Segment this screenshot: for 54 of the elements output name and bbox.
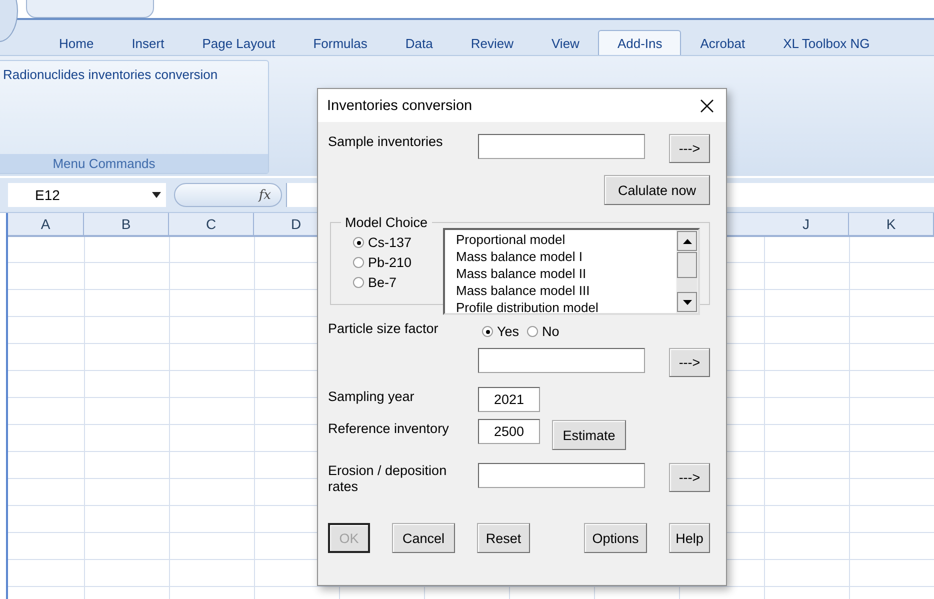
calculate-button[interactable]: Calulate now xyxy=(604,175,710,205)
list-item[interactable]: Mass balance model II xyxy=(456,265,676,282)
field-label: Sample inventories xyxy=(328,134,444,150)
ribbon-tab[interactable]: Acrobat xyxy=(681,30,764,55)
dialog-button[interactable]: Options xyxy=(584,523,647,553)
column-header[interactable]: J xyxy=(764,213,849,235)
list-item[interactable]: Proportional model xyxy=(456,231,676,248)
input-field[interactable]: 2021 xyxy=(478,387,540,412)
radio-button[interactable]: Be-7 xyxy=(353,274,397,291)
radio-button[interactable]: No xyxy=(527,323,560,340)
ribbon-tab[interactable]: XL Toolbox NG xyxy=(764,30,889,55)
input-field[interactable]: 2500 xyxy=(478,419,540,444)
field-label: Erosion / deposition rates xyxy=(328,463,448,495)
ribbon-button[interactable]: Radionuclides inventories conversion xyxy=(0,61,218,82)
estimate-button[interactable]: Estimate xyxy=(552,420,626,450)
function-button[interactable]: fx xyxy=(174,183,282,207)
model-list[interactable]: Proportional model Mass balance model I Mass balance model II Mass balance model III Profile distribution model xyxy=(443,228,700,315)
scroll-bar[interactable] xyxy=(676,230,698,313)
caret-icon[interactable] xyxy=(152,192,161,198)
list-item[interactable]: Mass balance model III xyxy=(456,282,676,299)
dialog-button[interactable]: Reset xyxy=(477,523,530,553)
ribbon-tab[interactable]: View xyxy=(532,30,598,55)
ribbon-tab[interactable]: Data xyxy=(386,30,452,55)
column-header[interactable]: C xyxy=(169,213,254,235)
ribbon-tab[interactable]: Page Layout xyxy=(183,30,294,55)
field-label: Particle size factor xyxy=(328,321,440,337)
input-field[interactable] xyxy=(478,348,645,373)
input-field[interactable] xyxy=(478,463,645,488)
field-label: Reference inventory xyxy=(328,420,450,437)
input-field[interactable] xyxy=(478,134,645,159)
column-header[interactable]: K xyxy=(849,213,934,235)
ribbon-tab[interactable]: Review xyxy=(452,30,532,55)
list-item[interactable]: Profile distribution model xyxy=(456,299,676,316)
arrow-button[interactable]: ---> xyxy=(669,348,710,377)
name-box[interactable]: E12 xyxy=(8,183,166,207)
list-item[interactable]: Mass balance model I xyxy=(456,248,676,265)
column-header[interactable]: A xyxy=(8,213,84,235)
radio-button[interactable]: Cs-137 xyxy=(353,234,412,251)
arrow-button[interactable]: ---> xyxy=(669,134,710,163)
field-label: Sampling year xyxy=(328,388,416,405)
close-icon[interactable] xyxy=(700,98,714,112)
dialog-button[interactable]: Cancel xyxy=(392,523,455,553)
ribbon-tab[interactable]: Add-Ins xyxy=(598,30,682,55)
radio-button[interactable]: Yes xyxy=(482,323,520,340)
ribbon-tab[interactable]: Insert xyxy=(112,30,184,55)
group-label: Menu Commands xyxy=(52,155,156,173)
group-title: Model Choice xyxy=(344,215,429,230)
radio-button[interactable]: Pb-210 xyxy=(353,254,412,271)
dialog-button[interactable]: Help xyxy=(669,523,710,553)
column-header[interactable]: B xyxy=(84,213,169,235)
dialog-title: Inventories conversion xyxy=(327,98,472,114)
arrow-button[interactable]: ---> xyxy=(669,463,710,492)
ribbon-tab[interactable]: Home xyxy=(40,30,113,55)
ribbon-tab[interactable]: Formulas xyxy=(294,30,386,55)
